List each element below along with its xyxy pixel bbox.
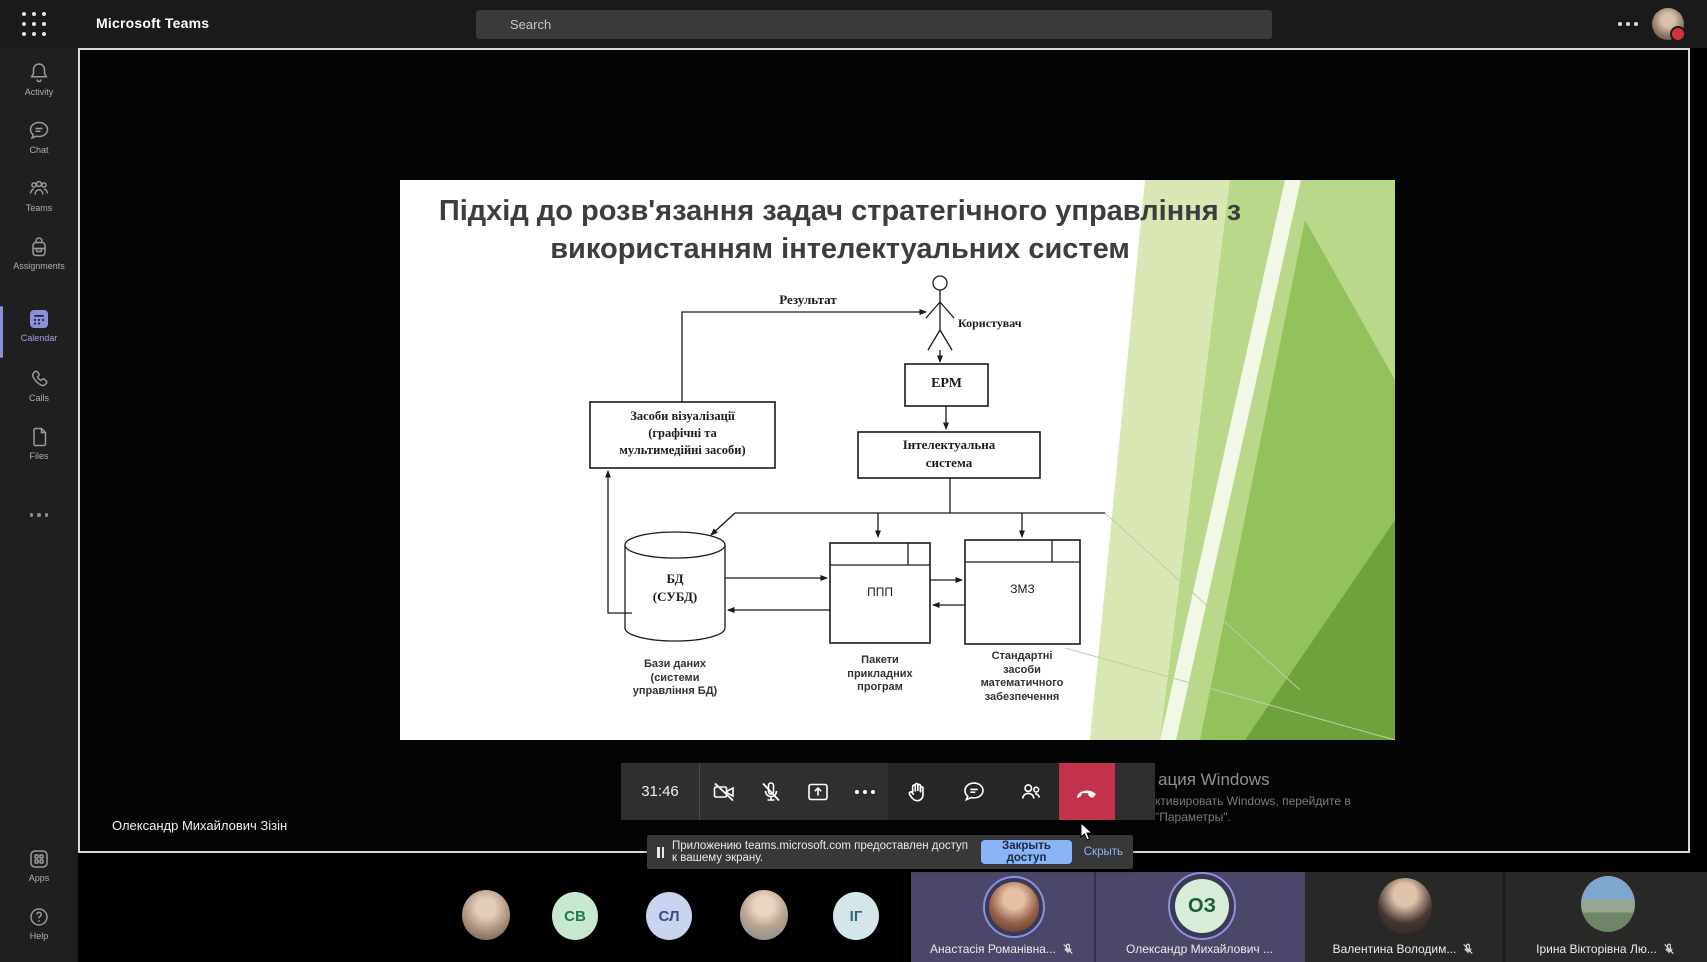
diagram-box-ppp: ППП — [830, 585, 930, 599]
diagram-label-result: Результат — [748, 292, 868, 308]
presenter-name: Олександр Михайлович Зізін — [112, 818, 287, 833]
participant-avatar-initials: ОЗ — [1175, 879, 1229, 933]
file-icon — [27, 424, 51, 450]
participant-name: Валентина Володим... — [1333, 942, 1457, 956]
sidebar-item-calendar[interactable]: Calendar — [0, 306, 78, 343]
stop-sharing-button[interactable]: Закрыть доступ — [981, 840, 1072, 864]
pause-sharing-icon[interactable] — [657, 847, 664, 858]
hide-notification-button[interactable]: Скрыть — [1084, 846, 1123, 858]
camera-off-icon — [711, 779, 737, 805]
presentation-slide: Підхід до розв'язання задач стратегічног… — [400, 180, 1395, 740]
diagram-box-visualization: Засоби візуалізації (графічні та мультим… — [592, 408, 773, 459]
chat-button[interactable] — [945, 763, 1002, 820]
participant-tile[interactable]: Анастасія Романівна... — [911, 872, 1094, 962]
participant-avatar-photo — [1378, 878, 1432, 934]
sidebar-item-apps[interactable]: Apps — [0, 846, 78, 883]
diagram-label-user: Користувач — [958, 316, 1058, 331]
diagram-box-zmz: ЗМЗ — [965, 582, 1080, 596]
mic-off-icon — [758, 779, 784, 805]
sidebar-item-chat[interactable]: Chat — [0, 118, 78, 155]
share-screen-icon — [805, 779, 831, 805]
more-options-icon[interactable] — [1614, 14, 1642, 34]
presence-busy-dot — [1670, 26, 1686, 42]
windows-activation-line1: ация Windows — [1158, 770, 1270, 790]
camera-off-button[interactable] — [700, 763, 747, 820]
speaking-ring — [983, 876, 1045, 938]
notification-message: Приложению teams.microsoft.com предостав… — [672, 840, 971, 864]
diagram-box-database: БД (СУБД) — [625, 570, 725, 606]
participant-avatar-photo-2[interactable] — [740, 890, 788, 940]
teams-people-icon — [26, 176, 52, 202]
participants-button[interactable] — [1002, 763, 1059, 820]
apps-icon — [26, 846, 52, 872]
diagram-caption-ppp: Пакети прикладних програм — [810, 654, 950, 695]
diagram-box-erm: ЕРМ — [905, 376, 988, 392]
participant-tile[interactable]: Валентина Володим... — [1305, 872, 1503, 962]
search-input[interactable] — [476, 10, 1272, 39]
speaking-ring: ОЗ — [1168, 872, 1236, 940]
sidebar-item-assignments[interactable]: Assignments — [0, 234, 78, 271]
diagram-caption-database: Бази даних (системи управління БД) — [605, 658, 745, 699]
hang-up-button[interactable] — [1059, 763, 1115, 820]
selected-indicator — [0, 306, 3, 358]
app-title: Microsoft Teams — [96, 15, 209, 31]
diagram-caption-zmz: Стандартні засоби математичного забезпеч… — [952, 650, 1092, 704]
mic-muted-icon — [1061, 942, 1075, 956]
hang-up-icon — [1073, 778, 1101, 806]
meeting-timer: 31:46 — [621, 763, 700, 820]
mic-off-button[interactable] — [747, 763, 794, 820]
sidebar-item-calls[interactable]: Calls — [0, 366, 78, 403]
participant-avatar-photo — [989, 882, 1039, 932]
backpack-icon — [27, 234, 51, 260]
diagram-box-intelligent-system: Інтелектуальна система — [858, 436, 1040, 472]
share-screen-button[interactable] — [794, 763, 841, 820]
participant-avatar-initials[interactable]: СВ — [552, 892, 598, 940]
participant-name: Анастасія Романівна... — [930, 942, 1056, 956]
screen-share-notification: Приложению teams.microsoft.com предостав… — [647, 835, 1133, 869]
participant-name: Ірина Вікторівна Лю... — [1536, 942, 1657, 956]
calendar-icon — [26, 306, 52, 332]
participant-avatar-initials[interactable]: СЛ — [646, 892, 692, 940]
mic-muted-icon — [1461, 942, 1475, 956]
raise-hand-icon — [904, 779, 930, 805]
mouse-cursor — [1080, 822, 1096, 842]
participant-name: Олександр Михайлович ... — [1126, 942, 1273, 956]
bell-icon — [27, 60, 51, 86]
participants-icon — [1018, 779, 1044, 805]
chat-bubble-icon — [27, 118, 51, 144]
sidebar-more-icon[interactable] — [0, 513, 78, 517]
meeting-toolbar: 31:46 — [621, 763, 1155, 820]
participant-avatar-photo — [1581, 876, 1635, 932]
chat-icon — [961, 779, 987, 805]
sidebar-item-activity[interactable]: Activity — [0, 60, 78, 97]
participant-avatar-initials[interactable]: ІГ — [833, 892, 879, 940]
windows-activation-line3: "Параметры". — [1155, 810, 1231, 824]
phone-icon — [27, 366, 51, 392]
top-bar: Microsoft Teams — [0, 0, 1707, 48]
sidebar-item-teams[interactable]: Teams — [0, 176, 78, 213]
toolbar-more-button[interactable] — [841, 763, 888, 820]
sidebar: Activity Chat Teams Assignments Calendar — [0, 48, 78, 962]
slide-title: Підхід до розв'язання задач стратегічног… — [400, 192, 1280, 268]
mic-muted-icon — [1662, 942, 1676, 956]
windows-activation-line2: ктивировать Windows, перейдите в — [1155, 794, 1351, 808]
app-launcher-icon[interactable] — [22, 12, 48, 38]
participant-tile[interactable]: Ірина Вікторівна Лю... — [1505, 872, 1707, 962]
help-icon — [26, 904, 52, 930]
sidebar-item-files[interactable]: Files — [0, 424, 78, 461]
participant-avatar-photo-1[interactable] — [462, 890, 510, 940]
user-avatar[interactable] — [1652, 8, 1684, 40]
toolbar-group-secondary — [888, 763, 1059, 820]
sidebar-item-help[interactable]: Help — [0, 904, 78, 941]
raise-hand-button[interactable] — [888, 763, 945, 820]
participant-tile[interactable]: ОЗ Олександр Михайлович ... — [1096, 872, 1303, 962]
